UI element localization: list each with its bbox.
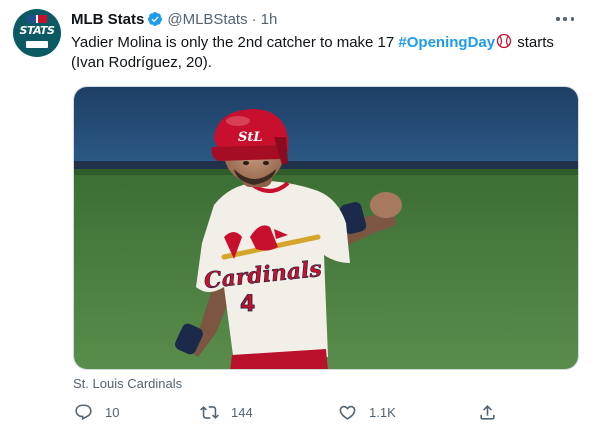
baseball-hashflag-icon [496, 33, 512, 49]
tweet-header: MLB Stats @MLBStats · 1h [71, 9, 277, 29]
like-count: 1.1K [369, 404, 396, 420]
retweet-icon [200, 405, 219, 419]
reply-count: 10 [105, 404, 120, 420]
more-dots-icon[interactable] [556, 10, 574, 28]
share-icon [480, 404, 495, 420]
tweet-text-before: Yadier Molina is only the 2nd catcher to… [71, 34, 399, 51]
hashtag-link[interactable]: #OpeningDay [398, 34, 495, 51]
like-button[interactable]: 1.1K [338, 400, 396, 424]
action-bar: 10 144 1.1K [70, 400, 510, 424]
helmet-logo: StL [238, 130, 263, 145]
avatar-sublogo [26, 41, 48, 48]
avatar[interactable]: STATS [13, 9, 61, 57]
jersey-number: 4 [240, 292, 255, 317]
tweet-card[interactable]: STATS MLB Stats @MLBStats · 1h Yadier Mo… [0, 0, 592, 432]
tweet-text: Yadier Molina is only the 2nd catcher to… [71, 33, 571, 73]
reply-icon [75, 404, 92, 420]
retweet-count: 144 [231, 404, 253, 420]
display-name[interactable]: MLB Stats [71, 11, 144, 28]
handle[interactable]: @MLBStats [167, 11, 247, 28]
share-button[interactable] [478, 400, 497, 424]
mlb-logo-icon [27, 15, 47, 23]
player-photo: Cardinals 4 StL [74, 87, 578, 369]
heart-icon [339, 405, 356, 420]
verified-badge-icon [148, 12, 163, 26]
separator: · [251, 10, 257, 28]
tweet-photo[interactable]: Cardinals 4 StL [73, 86, 579, 370]
reply-button[interactable]: 10 [74, 400, 119, 424]
avatar-text: STATS [19, 24, 55, 37]
retweet-button[interactable]: 144 [200, 400, 253, 424]
media-caption[interactable]: St. Louis Cardinals [73, 376, 182, 391]
timestamp[interactable]: 1h [261, 11, 278, 28]
